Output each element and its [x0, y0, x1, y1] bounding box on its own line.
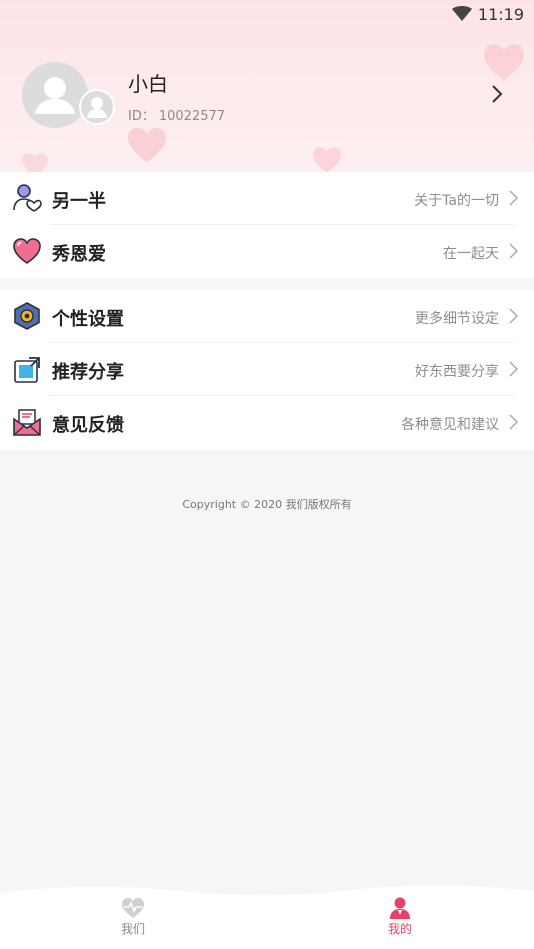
chevron-right-icon	[509, 361, 519, 377]
menu-group-app: 个性设置 更多细节设定 推荐分享 好东西要分享 意见反馈 各种意见和建议	[0, 290, 534, 450]
chevron-right-icon	[509, 243, 519, 259]
copyright-text: Copyright © 2020 我们版权所有	[182, 498, 352, 511]
menu-item-partner[interactable]: 另一半 关于Ta的一切	[0, 172, 534, 225]
person-icon	[390, 897, 410, 919]
tab-us[interactable]: 我们	[93, 895, 173, 945]
couple-person-heart-icon	[13, 184, 42, 212]
user-id-label: ID：	[128, 109, 155, 124]
profile-screen: 11:19 小白 ID： 10022577 另一半 关于Ta的一切 秀恩爱 在一…	[0, 0, 534, 949]
decor-heart-icon	[313, 147, 341, 172]
profile-header: 11:19 小白 ID： 10022577	[0, 0, 534, 172]
menu-item-personal-settings[interactable]: 个性设置 更多细节设定	[0, 290, 534, 343]
menu-hint: 各种意见和建议	[401, 417, 499, 433]
wifi-icon	[452, 6, 472, 21]
user-id: ID： 10022577	[128, 105, 225, 124]
menu-item-show-love[interactable]: 秀恩爱 在一起天	[0, 225, 534, 278]
menu-label: 秀恩爱	[52, 244, 106, 265]
status-bar: 11:19	[0, 0, 534, 30]
menu-label: 推荐分享	[52, 362, 124, 383]
share-icon	[14, 357, 40, 383]
user-id-value: 10022577	[158, 109, 226, 124]
menu-label: 意见反馈	[52, 415, 124, 436]
chevron-right-icon	[509, 414, 519, 430]
heart-icon	[13, 238, 41, 264]
menu-group-relationship: 另一半 关于Ta的一切 秀恩爱 在一起天	[0, 172, 534, 278]
chevron-right-icon	[509, 190, 519, 206]
chevron-right-icon[interactable]	[490, 84, 504, 104]
menu-hint: 好东西要分享	[415, 364, 499, 380]
menu-label: 另一半	[52, 191, 106, 212]
menu-hint: 关于Ta的一切	[414, 193, 499, 209]
tab-label: 我的	[387, 922, 412, 936]
partner-avatar[interactable]	[79, 89, 115, 125]
tabbar-wave	[0, 885, 534, 901]
decor-heart-icon	[484, 44, 524, 80]
heart-pulse-icon	[122, 898, 144, 918]
tab-label: 我们	[120, 922, 145, 936]
feedback-mail-icon	[13, 409, 41, 436]
status-time: 11:19	[477, 5, 524, 24]
menu-item-recommend-share[interactable]: 推荐分享 好东西要分享	[0, 343, 534, 396]
tab-mine[interactable]: 我的	[360, 895, 440, 945]
chevron-right-icon	[509, 308, 519, 324]
menu-hint: 更多细节设定	[415, 311, 499, 327]
menu-hint: 在一起天	[443, 246, 499, 262]
menu-item-feedback[interactable]: 意见反馈 各种意见和建议	[0, 396, 534, 449]
user-name: 小白	[128, 72, 168, 96]
menu-label: 个性设置	[52, 309, 124, 330]
bottom-tab-bar: 我们 我的	[0, 885, 534, 949]
tabbar-bg	[0, 899, 534, 949]
decor-heart-icon	[22, 153, 48, 172]
decor-heart-icon	[128, 127, 166, 163]
hexagon-settings-icon	[14, 302, 40, 330]
